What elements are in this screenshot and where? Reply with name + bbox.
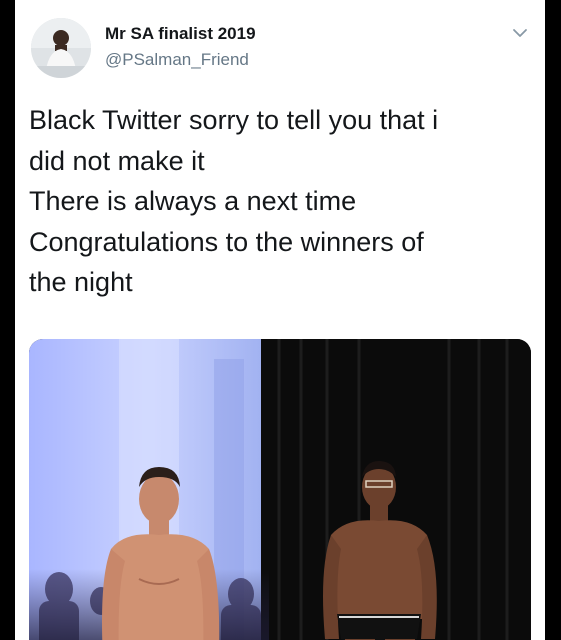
tweet-text-line: Black Twitter sorry to tell you that i: [29, 105, 439, 135]
display-name[interactable]: Mr SA finalist 2019: [105, 24, 256, 44]
avatar-image: [31, 18, 91, 78]
tweet-card: Mr SA finalist 2019 @PSalman_Friend Blac…: [15, 0, 545, 640]
tweet-text-line: There is always a next time: [29, 186, 357, 216]
tweet-text-line: the night: [29, 267, 133, 297]
tweet-text: Black Twitter sorry to tell you that i d…: [29, 100, 534, 303]
tweet-text-line: Congratulations to the winners of: [29, 226, 424, 257]
tweet-text-line: did not make it: [29, 145, 205, 176]
stage-photo: [29, 339, 531, 640]
profile-avatar[interactable]: [31, 18, 91, 78]
chevron-down-icon[interactable]: [511, 24, 529, 42]
user-handle[interactable]: @PSalman_Friend: [105, 50, 256, 70]
author-names: Mr SA finalist 2019 @PSalman_Friend: [105, 24, 256, 70]
tweet-photo[interactable]: [29, 339, 531, 640]
